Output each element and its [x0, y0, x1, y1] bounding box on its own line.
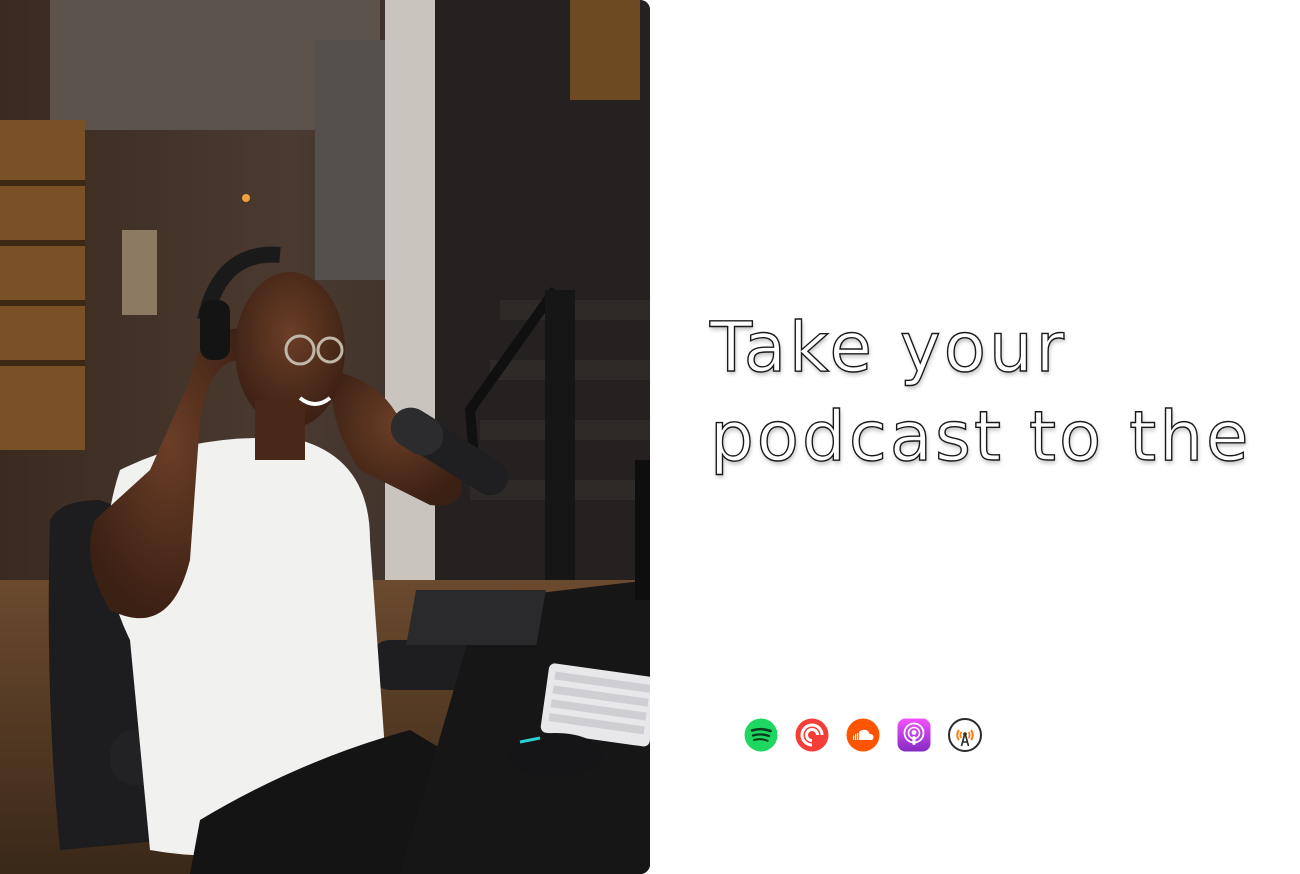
soundcloud-link[interactable] — [846, 718, 880, 752]
soundcloud-icon — [846, 718, 880, 752]
spotify-icon — [744, 718, 778, 752]
landing-page: Take your podcast to the — [0, 0, 1300, 874]
apple-podcasts-icon — [897, 718, 931, 752]
podcast-platforms — [744, 718, 982, 752]
hero-headline: Take your podcast to the — [709, 304, 1290, 482]
headline-line-1: Take your — [709, 307, 1068, 388]
spotify-link[interactable] — [744, 718, 778, 752]
overcast-icon — [948, 718, 982, 752]
pocket-casts-link[interactable] — [795, 718, 829, 752]
headline-line-2: podcast to the — [709, 396, 1252, 477]
apple-podcasts-link[interactable] — [897, 718, 931, 752]
pocket-casts-icon — [795, 718, 829, 752]
hero-photo — [0, 0, 650, 874]
overcast-link[interactable] — [948, 718, 982, 752]
